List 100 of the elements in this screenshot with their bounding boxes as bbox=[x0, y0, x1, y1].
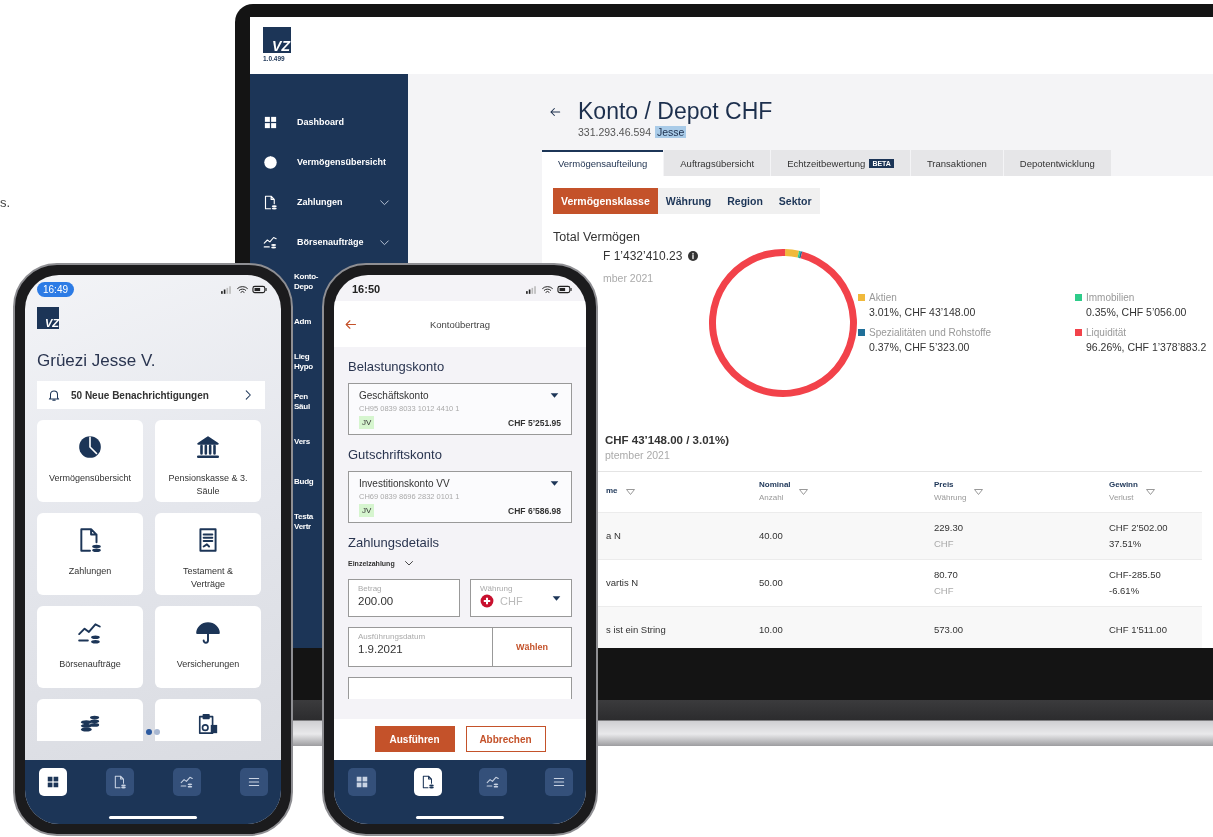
bell-icon bbox=[47, 388, 61, 402]
sidebar-item[interactable]: Dashboard bbox=[250, 102, 408, 142]
grid-icon bbox=[263, 114, 278, 130]
sidebar-item[interactable]: Börsenaufträge bbox=[250, 222, 408, 262]
grid-icon bbox=[355, 775, 369, 789]
menu-icon bbox=[551, 775, 566, 789]
sort-icon[interactable] bbox=[974, 488, 984, 495]
document-coins-icon bbox=[420, 775, 435, 789]
sidebar-item[interactable]: Budg bbox=[294, 462, 314, 502]
nav-button[interactable] bbox=[240, 768, 268, 796]
sidebar-item[interactable]: Vers bbox=[294, 422, 310, 462]
menu-tile[interactable]: Vermögensübersicht bbox=[37, 420, 143, 502]
menu-tile[interactable]: Zahlungen bbox=[37, 513, 143, 595]
notifications-bar[interactable]: 50 Neue Benachrichtigungen bbox=[37, 381, 265, 409]
sort-icon[interactable] bbox=[1145, 488, 1155, 495]
document-coins-icon bbox=[263, 194, 278, 210]
greeting: Grüezi Jesse V. bbox=[37, 351, 157, 371]
menu-tile[interactable]: Börsenaufträge bbox=[37, 606, 143, 688]
table-cell-text: 229.30 CHF bbox=[934, 520, 965, 551]
tab[interactable]: Depotentwicklung bbox=[1003, 149, 1111, 176]
cancel-button[interactable]: Abbrechen bbox=[465, 726, 546, 752]
menu-tile[interactable]: Pensionskasse & 3. Säule bbox=[155, 420, 261, 502]
table-cell-text: 573.00 bbox=[934, 622, 965, 637]
section-heading: Belastungskonto bbox=[348, 359, 446, 374]
logo: VZ bbox=[263, 27, 291, 53]
page-dot[interactable] bbox=[146, 729, 152, 735]
grid-icon bbox=[46, 775, 60, 789]
table-cell-text: a N bbox=[606, 528, 622, 543]
account-number: 331.293.46.594 bbox=[578, 125, 651, 138]
owner-tag: Jesse bbox=[655, 125, 687, 138]
legend-label: Liquidität bbox=[1086, 326, 1127, 338]
table-cell-text: CHF 1’511.00 bbox=[1109, 622, 1168, 637]
table-cell-text: CHF-285.50 -6.61% bbox=[1109, 567, 1162, 598]
date-field[interactable]: Ausführungsdatum 1.9.2021 bbox=[348, 627, 493, 667]
tab[interactable]: Transaktionen bbox=[910, 149, 1003, 176]
column-header[interactable]: Nominal Anzahl bbox=[759, 478, 791, 505]
table-cell-text: 50.00 bbox=[759, 575, 784, 590]
section-heading: CHF 43’148.00 / 3.01%) bbox=[605, 433, 730, 446]
filter-tab[interactable]: Sektor bbox=[770, 187, 820, 214]
chart-coins-icon bbox=[180, 775, 194, 789]
column-header[interactable]: Preis Währung bbox=[934, 478, 967, 505]
menu-tile[interactable] bbox=[37, 699, 143, 741]
total-amount: F 1’432’410.23 bbox=[603, 248, 683, 263]
table-cell-text: 40.00 bbox=[759, 528, 784, 543]
table-cell-text: 80.70 CHF bbox=[934, 567, 959, 598]
total-date: mber 2021 bbox=[602, 271, 655, 284]
sidebar-item[interactable]: Konto- Depo bbox=[294, 262, 319, 302]
menu-tile[interactable]: Versicherungen bbox=[155, 606, 261, 688]
bank-icon bbox=[195, 434, 221, 460]
menu-tile[interactable] bbox=[155, 699, 261, 741]
tab[interactable]: Auftragsübersicht bbox=[664, 149, 771, 176]
sidebar-item[interactable]: Zahlungen bbox=[250, 182, 408, 222]
section-date: ptember 2021 bbox=[605, 448, 671, 461]
section-heading: Gutschriftskonto bbox=[348, 447, 443, 462]
menu-tile[interactable]: Testament & Verträge bbox=[155, 513, 261, 595]
choose-date-button[interactable]: Wählen bbox=[492, 627, 572, 667]
execute-button[interactable]: Ausführen bbox=[374, 726, 455, 752]
amount-field[interactable]: Betrag 200.00 bbox=[348, 579, 460, 617]
sidebar-item[interactable]: Vermögensübersicht bbox=[250, 142, 408, 182]
total-label: Total Vermögen bbox=[553, 229, 641, 244]
document-coins-icon bbox=[77, 527, 103, 553]
table-cell-text: vartis N bbox=[606, 575, 640, 590]
nav-button[interactable] bbox=[544, 768, 573, 796]
tab[interactable]: Vermögensaufteilung bbox=[542, 149, 664, 176]
legend-label: Spezialitäten und Rohstoffe bbox=[869, 326, 992, 338]
sidebar-item[interactable]: Lieg Hypo bbox=[294, 342, 313, 382]
account-tag: JV bbox=[359, 504, 375, 517]
sidebar-item[interactable]: Adm bbox=[294, 302, 312, 342]
sidebar-item[interactable]: Pen Säul bbox=[294, 382, 310, 422]
nav-button[interactable] bbox=[479, 768, 508, 796]
account-tag: JV bbox=[359, 416, 375, 429]
info-icon[interactable] bbox=[687, 249, 700, 262]
legend-value: 3.01%, CHF 43’148.00 bbox=[868, 305, 977, 318]
nav-button[interactable] bbox=[39, 768, 67, 796]
screen-title: Kontoübertrag bbox=[429, 318, 491, 330]
section-heading: Zahlungsdetails bbox=[348, 535, 441, 550]
page-dot[interactable] bbox=[154, 729, 160, 735]
filter-tab[interactable]: Vermögensklasse bbox=[553, 187, 658, 214]
table-cell-text: CHF 2’502.00 37.51% bbox=[1109, 520, 1169, 551]
legend-label: Immobilien bbox=[1086, 291, 1135, 303]
nav-button[interactable] bbox=[173, 768, 201, 796]
legend-value: 96.26%, CHF 1’378’883.2 bbox=[1085, 340, 1208, 353]
sort-icon[interactable] bbox=[625, 488, 635, 495]
nav-button[interactable] bbox=[413, 768, 442, 796]
sort-icon[interactable] bbox=[798, 488, 808, 495]
status-time: 16:49 bbox=[37, 281, 75, 297]
legend-label: Aktien bbox=[869, 291, 897, 303]
column-header[interactable]: Gewinn Verlust bbox=[1109, 478, 1138, 505]
legend-value: 0.35%, CHF 5’056.00 bbox=[1085, 305, 1188, 318]
column-header[interactable]: me bbox=[606, 485, 618, 498]
sidebar-item[interactable]: Testa Vertr bbox=[294, 502, 314, 542]
nav-button[interactable] bbox=[348, 768, 376, 796]
note-field[interactable] bbox=[348, 677, 572, 699]
table-cell-text: s ist ein String bbox=[606, 622, 667, 637]
filter-tab[interactable]: Währung bbox=[657, 187, 720, 214]
umbrella-icon bbox=[195, 620, 221, 646]
table-cell-text: 10.00 bbox=[759, 622, 784, 637]
legend-value: 0.37%, CHF 5’323.00 bbox=[868, 340, 971, 353]
filter-tab[interactable]: Region bbox=[719, 187, 771, 214]
nav-button[interactable] bbox=[106, 768, 134, 796]
